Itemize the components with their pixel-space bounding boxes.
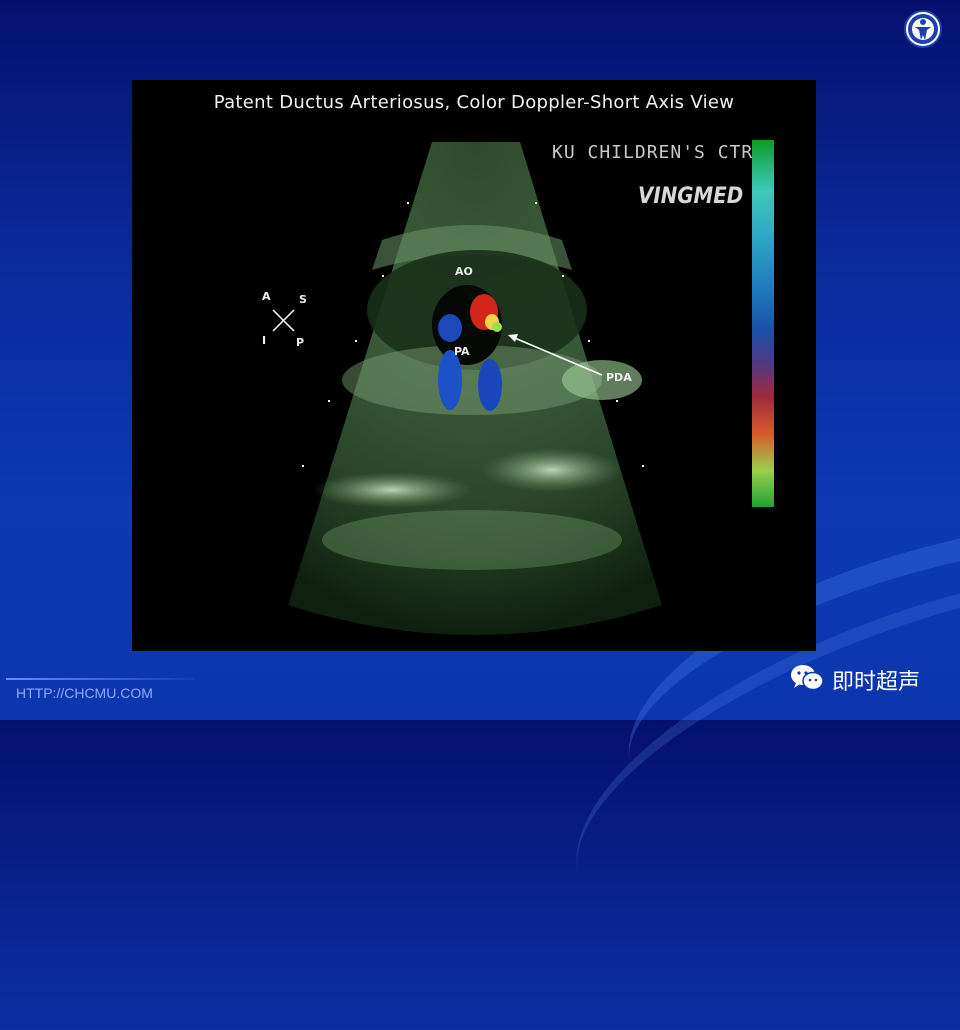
ultrasound-sector (272, 142, 662, 635)
footer-divider (6, 678, 194, 680)
orientation-i: I (262, 334, 267, 347)
footer-url: HTTP://CHCMU.COM (16, 685, 153, 701)
label-ao: AO (455, 265, 473, 278)
orientation-s: S (299, 293, 307, 306)
watermark-account-name: 即时超声 (832, 670, 921, 695)
orientation-p: P (296, 336, 305, 349)
color-velocity-bar (752, 140, 774, 507)
label-pda: PDA (606, 371, 632, 384)
orientation-a: A (262, 290, 271, 303)
echo-title: Patent Ductus Arteriosus, Color Doppler-… (213, 92, 735, 113)
echocardiogram-image: Patent Ductus Arteriosus, Color Doppler-… (132, 80, 816, 651)
vendor-logo: VINGMED (638, 184, 744, 209)
chcmu-logo-icon (904, 10, 942, 48)
center-name: KU CHILDREN'S CTR (552, 142, 754, 163)
label-pa: PA (454, 345, 470, 358)
wechat-icon (790, 664, 824, 692)
